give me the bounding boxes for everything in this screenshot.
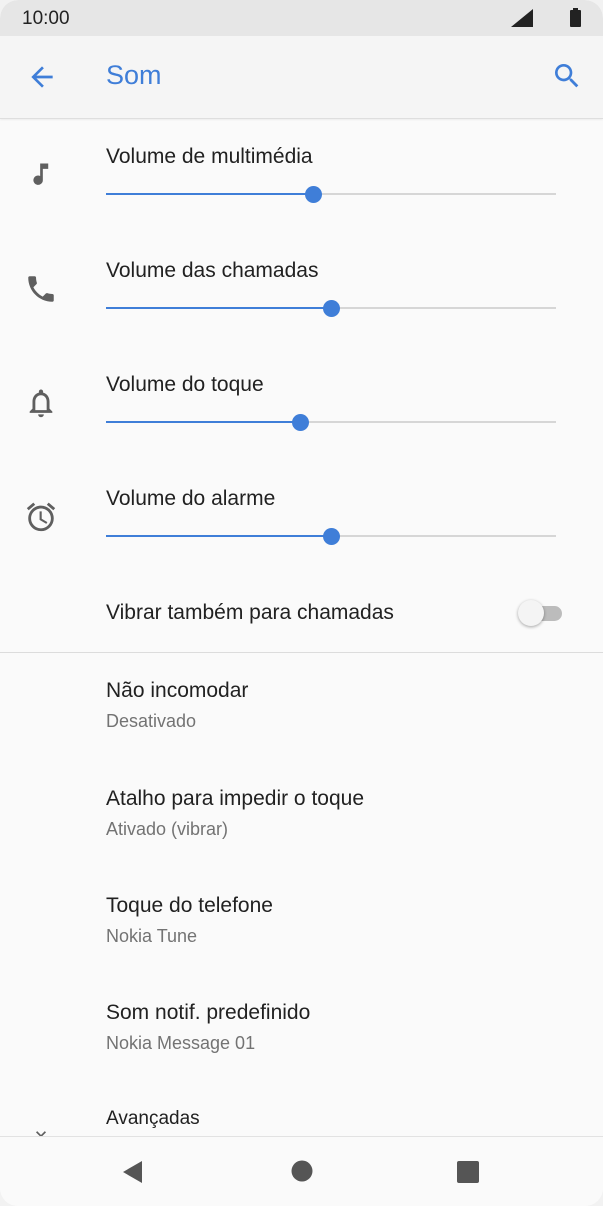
navigation-bar: [0, 1136, 603, 1206]
app-bar: Som: [0, 36, 603, 119]
vibrate-label: Vibrar também para chamadas: [106, 601, 394, 624]
slider-label-calls: Volume das chamadas: [106, 259, 319, 282]
bell-icon: [29, 389, 53, 418]
slider-thumb[interactable]: [305, 186, 322, 203]
pref-summary: Nokia Message 01: [106, 1033, 256, 1053]
pref-title: Atalho para impedir o toque: [106, 787, 364, 810]
pref-title: Não incomodar: [106, 679, 249, 702]
status-bar: 10:00: [0, 0, 603, 36]
section-divider: [0, 652, 603, 653]
slider-fill: [106, 307, 331, 309]
arrow-back-icon[interactable]: [26, 61, 58, 93]
advanced-row[interactable]: Avançadas: [0, 1100, 603, 1136]
pref-summary: Ativado (vibrar): [106, 819, 229, 839]
chevron-down-icon: [36, 1131, 46, 1136]
status-time: 10:00: [22, 8, 70, 29]
slider-fill: [106, 421, 300, 423]
toggle-thumb[interactable]: [518, 600, 544, 626]
signal-icon: [511, 9, 533, 27]
search-icon[interactable]: [551, 60, 583, 92]
pref-summary: Nokia Tune: [106, 926, 198, 946]
slider-label-media: Volume de multimédia: [106, 145, 313, 168]
phone-screen: 10:00 Som Volume de multimédia Volume da…: [0, 0, 603, 1206]
slider-fill: [106, 193, 313, 195]
nav-recents-icon[interactable]: [456, 1160, 480, 1184]
call-volume-slider[interactable]: [106, 300, 556, 317]
advanced-label: Avançadas: [106, 1108, 200, 1129]
pref-title: Som notif. predefinido: [106, 1001, 311, 1024]
ring-volume-slider[interactable]: [106, 414, 556, 431]
phone-icon: [28, 276, 54, 302]
alarm-clock-icon: [26, 502, 56, 532]
slider-thumb[interactable]: [323, 300, 340, 317]
slider-thumb[interactable]: [323, 528, 340, 545]
pref-title: Toque do telefone: [106, 894, 273, 917]
slider-label-alarm: Volume do alarme: [106, 487, 276, 510]
media-volume-slider[interactable]: [106, 186, 556, 203]
alarm-volume-slider[interactable]: [106, 528, 556, 545]
nav-back-icon[interactable]: [120, 1159, 146, 1185]
slider-label-ring: Volume do toque: [106, 373, 264, 396]
nav-home-icon[interactable]: [290, 1159, 314, 1183]
slider-thumb[interactable]: [291, 414, 309, 431]
page-title: Som: [106, 60, 162, 90]
battery-icon: [570, 8, 581, 27]
music-note-icon: [33, 163, 49, 185]
slider-fill: [106, 535, 331, 537]
pref-summary: Desativado: [106, 711, 197, 731]
vibrate-toggle[interactable]: [518, 600, 564, 626]
